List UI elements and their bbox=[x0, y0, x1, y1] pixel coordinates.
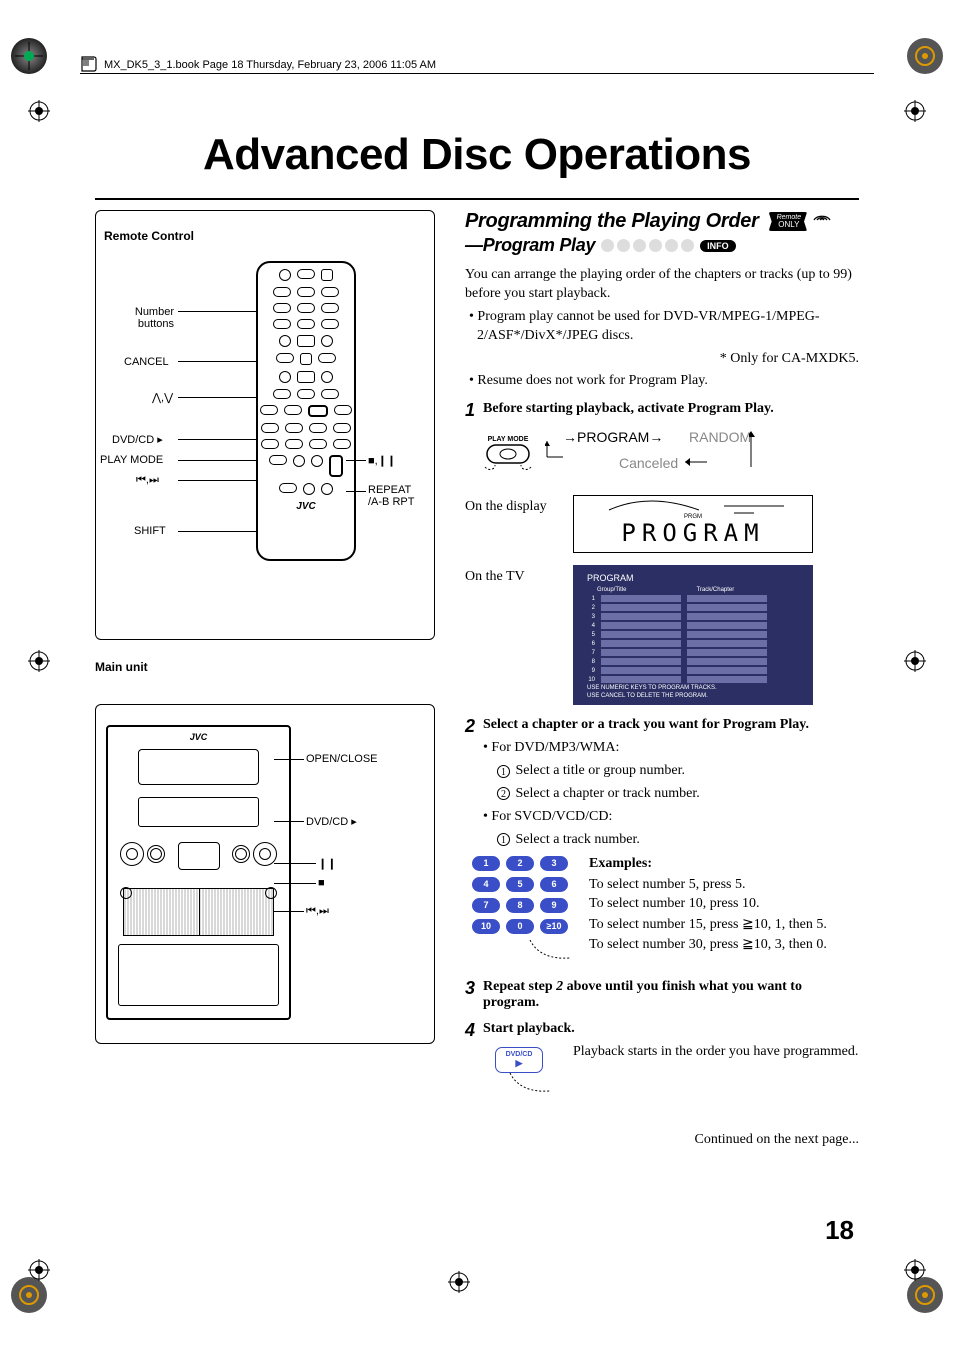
lcd-text: PROGRAM bbox=[574, 519, 812, 547]
page-title-section: Advanced Disc Operations bbox=[95, 130, 859, 200]
examples-heading: Examples: bbox=[589, 856, 859, 872]
book-icon bbox=[80, 55, 98, 73]
dvdcd-play-button-graphic: DVD/CD▶ bbox=[495, 1047, 543, 1073]
keypad-key-7: 7 bbox=[472, 898, 500, 913]
label-main-dvdpcd: DVD/CD ▸ bbox=[306, 815, 357, 828]
label-stop-pause: ■,❙❙ bbox=[368, 454, 396, 467]
continued-text: Continued on the next page... bbox=[465, 1132, 859, 1148]
label-main-pause: ❙❙ bbox=[318, 857, 336, 870]
remote-graphic: JVC bbox=[256, 261, 356, 561]
tv-row: On the TV PROGRAM Group/TitleTrack/Chapt… bbox=[465, 565, 859, 705]
section-heading-title: Programming the Playing Order bbox=[465, 210, 759, 233]
keypad-key-0: 0 bbox=[506, 919, 534, 934]
signal-icon bbox=[813, 213, 831, 231]
intro-text-1: You can arrange the playing order of the… bbox=[465, 266, 859, 304]
label-open-close: OPEN/CLOSE bbox=[306, 753, 378, 765]
remote-brand: JVC bbox=[296, 501, 315, 512]
intro-text-2-note: * Only for CA-MXDK5. bbox=[465, 350, 859, 369]
header-meta-bar: MX_DK5_3_1.book Page 18 Thursday, Februa… bbox=[80, 52, 874, 74]
playback-info: DVD/CD▶ Playback starts in the order you… bbox=[465, 1043, 859, 1102]
info-badge: INFO bbox=[700, 240, 736, 252]
keypad-key-3: 3 bbox=[540, 856, 568, 871]
label-number-buttons: Numberbuttons bbox=[114, 306, 174, 330]
label-prevnext: ⏮,⏭ bbox=[136, 474, 159, 487]
intro-text-2: • Program play cannot be used for DVD-VR… bbox=[465, 308, 859, 346]
print-corner-tr bbox=[904, 35, 946, 77]
keypad-key-8: 8 bbox=[506, 898, 534, 913]
registration-mark bbox=[904, 650, 926, 672]
svg-text:PLAY MODE: PLAY MODE bbox=[488, 436, 529, 443]
main-unit-brand: JVC bbox=[190, 732, 208, 742]
intro-text-3: • Resume does not work for Program Play. bbox=[465, 372, 859, 391]
number-keypad-graphic: 123 456 789 10 0 ≥10 bbox=[465, 856, 575, 969]
tv-display: PROGRAM Group/TitleTrack/Chapter 1234567… bbox=[573, 565, 813, 705]
label-cursors: ⋀,⋁ bbox=[152, 391, 173, 404]
page-title: Advanced Disc Operations bbox=[95, 130, 859, 180]
header-meta-text: MX_DK5_3_1.book Page 18 Thursday, Februa… bbox=[104, 59, 436, 73]
step-1: 1 Before starting playback, activate Pro… bbox=[465, 401, 859, 419]
lcd-display: PRGM PROGRAM bbox=[573, 495, 813, 553]
label-shift: SHIFT bbox=[134, 525, 166, 537]
section-subheading: —Program Play bbox=[465, 235, 595, 256]
step-2-instructions: • For DVD/MP3/WMA: 1 Select a title or g… bbox=[483, 739, 859, 849]
registration-mark bbox=[904, 100, 926, 122]
step-3: 3 Repeat step 2 above until you finish w… bbox=[465, 979, 859, 1011]
keypad-key-2: 2 bbox=[506, 856, 534, 871]
remote-only-badge: RemoteONLY bbox=[769, 212, 808, 231]
main-unit-graphic: JVC bbox=[106, 725, 291, 1020]
main-unit-panel-title: Main unit bbox=[95, 660, 435, 674]
keypad-key-4: 4 bbox=[472, 877, 500, 892]
registration-mark bbox=[448, 1271, 470, 1293]
main-unit-panel: JVC bbox=[95, 704, 435, 1044]
disc-type-dots bbox=[601, 239, 694, 252]
display-row: On the display PRGM PROGRAM bbox=[465, 495, 859, 553]
page-number: 18 bbox=[825, 1215, 854, 1246]
label-cancel: CANCEL bbox=[124, 356, 169, 368]
keypad-key-6: 6 bbox=[540, 877, 568, 892]
registration-mark bbox=[28, 100, 50, 122]
remote-panel-title: Remote Control bbox=[104, 229, 426, 243]
keypad-key-5: 5 bbox=[506, 877, 534, 892]
label-playmode: PLAY MODE bbox=[100, 454, 163, 466]
registration-mark bbox=[28, 1259, 50, 1281]
step-4: 4 Start playback. bbox=[465, 1021, 859, 1039]
section-heading: Programming the Playing Order RemoteONLY… bbox=[465, 210, 859, 256]
remote-control-panel: Remote Control JVC Numberbuttons bbox=[95, 210, 435, 640]
keypad-key-9: 9 bbox=[540, 898, 568, 913]
step-2: 2 Select a chapter or a track you want f… bbox=[465, 717, 859, 735]
keypad-key-≥10: ≥10 bbox=[540, 919, 568, 934]
play-mode-diagram: PLAY MODE →PROGRAM→ RANDOM Canceled bbox=[479, 427, 859, 483]
label-repeat: REPEAT/A-B RPT bbox=[368, 484, 428, 508]
registration-mark bbox=[904, 1259, 926, 1281]
keypad-key-1: 1 bbox=[472, 856, 500, 871]
label-main-prevnext: ⏮,⏭ bbox=[306, 905, 329, 918]
examples-block: 123456789100≥10 Examples: To select numb… bbox=[465, 856, 859, 969]
keypad-key-10: 10 bbox=[472, 919, 500, 934]
print-corner-tl bbox=[8, 35, 50, 77]
label-dvdcd: DVD/CD ▸ bbox=[112, 433, 163, 446]
label-main-stop: ■ bbox=[318, 877, 325, 889]
registration-mark bbox=[28, 650, 50, 672]
